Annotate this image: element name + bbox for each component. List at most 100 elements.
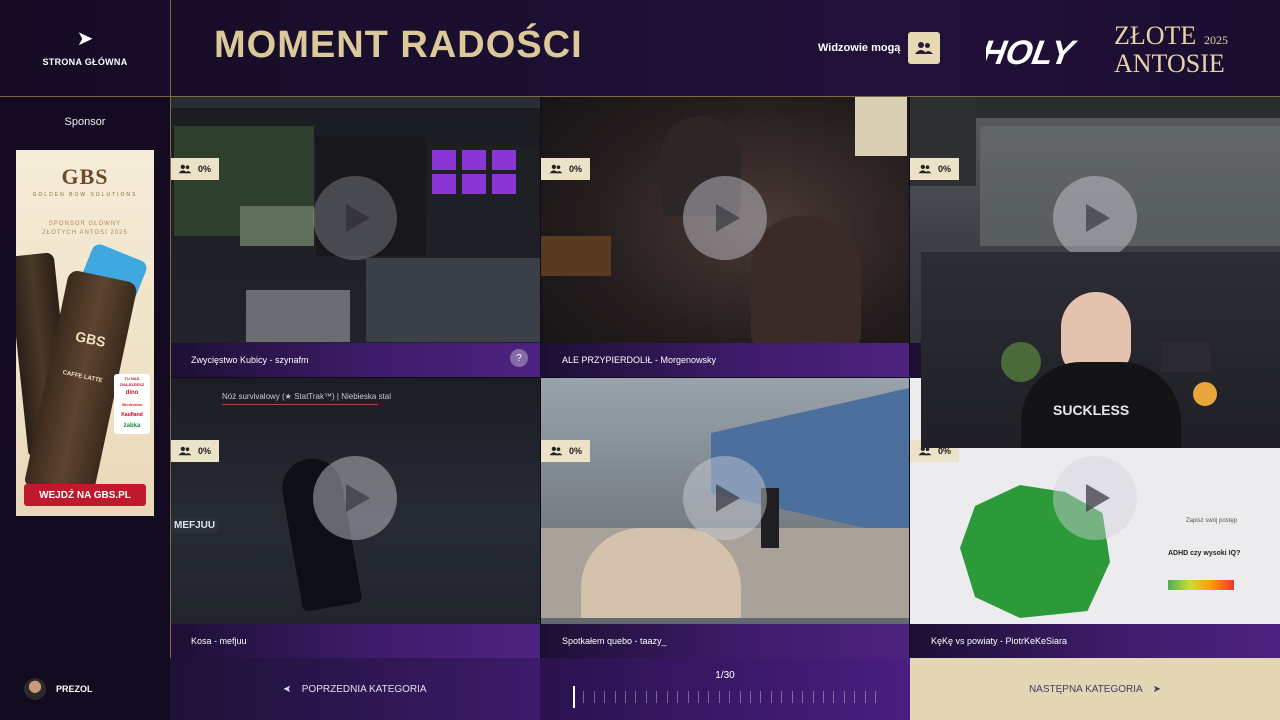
knife-title: Nóż survivalowy (★ StatTrak™) | Niebiesk… (222, 392, 391, 401)
page-tick[interactable] (854, 691, 855, 703)
page-tick[interactable] (646, 691, 647, 703)
page-tick[interactable] (688, 691, 689, 703)
page-tick[interactable] (750, 691, 751, 703)
page-tick[interactable] (813, 691, 814, 703)
page-tick[interactable] (781, 691, 782, 703)
page-tick[interactable] (625, 691, 626, 703)
footer: PREZOL ➤ POPRZEDNIA KATEGORIA 1/30 NASTĘ… (0, 658, 1280, 720)
play-icon (716, 484, 740, 512)
header: ➤ STRONA GŁÓWNA MOMENT RADOŚCI Widzowie … (0, 0, 1280, 96)
ad-cta-button[interactable]: WEJDŹ NA GBS.PL (24, 484, 146, 506)
play-icon (716, 204, 740, 232)
page-tick[interactable] (656, 691, 657, 703)
page-tick[interactable] (583, 691, 584, 703)
play-button[interactable] (313, 176, 397, 260)
user-profile[interactable]: PREZOL (24, 678, 93, 700)
ad-can-flavor: CAFFE LATTE (61, 370, 103, 385)
page-title: MOMENT RADOŚCI (214, 24, 583, 66)
ad-brand-sub: GOLDEN BOW SOLUTIONS (32, 192, 138, 198)
clip-title: Spotkałem quebo - taazy_ (562, 636, 667, 646)
play-button[interactable] (1053, 176, 1137, 260)
clip-label-bar: Kosa - mefjuu (170, 624, 540, 658)
viewer-percent: 0% (198, 446, 212, 456)
clip-tile-4[interactable]: Nóż survivalowy (★ StatTrak™) | Niebiesk… (170, 378, 540, 658)
page-tick[interactable] (594, 691, 595, 703)
back-home-button[interactable]: ➤ STRONA GŁÓWNA (0, 0, 170, 96)
logo-year-text: 2025 (1204, 33, 1228, 47)
header-divider (0, 96, 1280, 97)
page-tick[interactable] (740, 691, 741, 703)
play-icon (1086, 204, 1110, 232)
clip-tile-1[interactable]: 0% Zwycięstwo Kubicy - szynafm ? (170, 96, 540, 377)
clip-label-bar: ALE PRZYPIERDOLIŁ - Morgenowsky (541, 343, 909, 377)
page-tick[interactable] (615, 691, 616, 703)
page-tick[interactable] (792, 691, 793, 703)
logo-holy-text: HOLY (986, 34, 1080, 72)
clip-label-bar: Zwycięstwo Kubicy - szynafm ? (170, 343, 540, 377)
ad-can-brand: GBS (74, 328, 108, 350)
ad-sponsor-line1: SPONSOR GŁÓWNY (48, 221, 122, 227)
knife-name-label: MEFJUU (170, 518, 220, 533)
holy-zlote-antosie-logo: HOLY ZŁOTE 2025 ANTOSIE (986, 21, 1228, 78)
sponsor-label: Sponsor (64, 116, 106, 128)
page-tick[interactable] (823, 691, 824, 703)
page-tick[interactable] (844, 691, 845, 703)
webcam-shirt-text: SUCKLESS (1053, 402, 1130, 418)
page-tick[interactable] (708, 691, 709, 703)
user-name: PREZOL (56, 684, 93, 694)
page-tick[interactable] (802, 691, 803, 703)
next-category-button[interactable]: NASTĘPNA KATEGORIA ➤ (910, 658, 1280, 720)
play-button[interactable] (313, 456, 397, 540)
users-icon (549, 164, 563, 174)
clip-title: ALE PRZYPIERDOLIŁ - Morgenowsky (562, 355, 717, 365)
page-tick[interactable] (667, 691, 668, 703)
clip-label-bar: KęKę vs powiaty - PiotrKeKeSiara (910, 624, 1280, 658)
page-tick[interactable] (604, 691, 605, 703)
page-tick[interactable] (875, 691, 876, 703)
page-tick[interactable] (677, 691, 678, 703)
viewer-percent: 0% (198, 164, 212, 174)
sidebar: Sponsor GBS GOLDEN BOW SOLUTIONS SPONSOR… (0, 96, 170, 658)
clip-tile-2[interactable]: 0% ALE PRZYPIERDOLIŁ - Morgenowsky (541, 96, 909, 377)
clip-title: Zwycięstwo Kubicy - szynafm (191, 355, 309, 365)
play-button[interactable] (1053, 456, 1137, 540)
logo-line2-text: ANTOSIE (1114, 49, 1225, 78)
page-tick[interactable] (833, 691, 834, 703)
category-pager: 1/30 (540, 658, 910, 720)
viewers-button[interactable] (908, 32, 941, 64)
ad-store-zabka: żabka (123, 423, 141, 429)
clip-tile-5[interactable]: 0% Spotkałem quebo - taazy_ (541, 378, 909, 658)
users-icon (549, 446, 563, 456)
page-tick[interactable] (698, 691, 699, 703)
ad-store-dino: dino (125, 390, 139, 396)
play-button[interactable] (683, 176, 767, 260)
page-tick[interactable] (771, 691, 772, 703)
users-icon (178, 164, 192, 174)
map-subtext: Zapisz swój postęp (1186, 518, 1238, 524)
viewer-percent-badge: 0% (170, 440, 220, 462)
users-icon (918, 164, 932, 174)
ad-brand: GBS (61, 164, 109, 189)
previous-category-button[interactable]: ➤ POPRZEDNIA KATEGORIA (170, 658, 540, 720)
play-icon (346, 484, 370, 512)
viewer-percent: 0% (938, 164, 952, 174)
page-tick[interactable] (865, 691, 866, 703)
viewers-label: Widzowie mogą (818, 42, 901, 54)
page-tick[interactable] (635, 691, 636, 703)
arrow-left-icon: ➤ (76, 28, 94, 50)
page-tick[interactable] (719, 691, 720, 703)
page-tick[interactable] (729, 691, 730, 703)
viewers-control[interactable]: Widzowie mogą (818, 32, 941, 64)
play-button[interactable] (683, 456, 767, 540)
ad-sponsor-text: SPONSOR GŁÓWNY ZŁOTYCH ANTOSI 2025 (16, 220, 154, 238)
streamer-webcam-overlay: SUCKLESS (921, 252, 1280, 448)
page-tick[interactable] (760, 691, 761, 703)
page-tick-active[interactable] (573, 686, 575, 708)
page-progress-track[interactable] (573, 686, 877, 708)
help-icon[interactable]: ? (510, 349, 528, 367)
logo-line1-text: ZŁOTE (1114, 21, 1196, 50)
map-question: ADHD czy wysoki IQ? (1168, 550, 1241, 557)
sponsor-ad-banner[interactable]: GBS GOLDEN BOW SOLUTIONS SPONSOR GŁÓWNY … (16, 150, 154, 516)
clip-title: Kosa - mefjuu (191, 636, 247, 646)
arrow-right-icon: ➤ (1152, 683, 1162, 695)
